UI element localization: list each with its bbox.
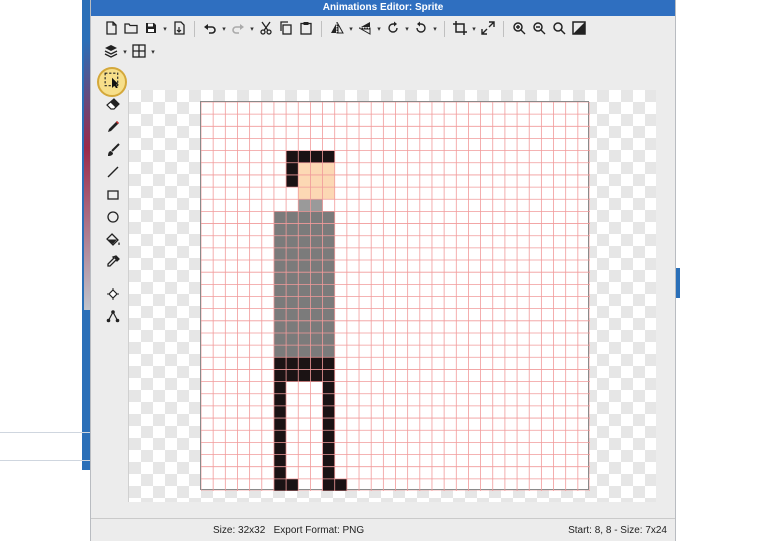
copy-icon [279,21,293,37]
invert-colors-button[interactable] [569,19,589,39]
dropdown-arrow-icon[interactable]: ▾ [403,25,411,33]
status-bar: Size: 32x32 Export Format: PNG Start: 8,… [91,518,675,541]
eraser-tool-icon [106,97,120,116]
dropdown-arrow-icon[interactable]: ▾ [149,48,157,56]
toolbar-separator [503,21,504,37]
rotate-right-button[interactable] [411,19,431,39]
eyedropper-tool-button[interactable] [99,254,127,274]
tool-palette [97,64,127,514]
crop-icon [453,21,467,37]
sprite-skin-pixels [298,162,335,200]
paste-button[interactable] [296,19,316,39]
dropdown-arrow-icon[interactable]: ▾ [121,48,129,56]
selection-tool-icon [104,72,120,93]
main-toolbar: ▾ ▾ ▾ ▾ ▾ ▾ ▾ ▾ [101,18,661,40]
background-accent-bar [676,268,680,298]
toolbar-separator [444,21,445,37]
cut-icon [259,21,273,37]
background-divider [0,460,90,461]
fill-bucket-tool-button[interactable] [99,232,127,252]
eraser-tool-button[interactable] [99,96,127,116]
window-title: Animations Editor: Sprite [91,0,675,16]
anchor-tool-icon [106,309,120,328]
pencil-tool-button[interactable] [99,119,127,139]
paste-icon [299,21,313,37]
flip-vertical-button[interactable] [355,19,375,39]
flip-horizontal-button[interactable] [327,19,347,39]
resize-button[interactable] [478,19,498,39]
zoom-in-button[interactable] [509,19,529,39]
crop-button[interactable] [450,19,470,39]
zoom-out-button[interactable] [529,19,549,39]
new-file-button[interactable] [101,19,121,39]
status-size-and-format: Size: 32x32 Export Format: PNG [213,519,364,541]
background-app-right [676,0,763,541]
line-tool-icon [106,165,120,184]
copy-button[interactable] [276,19,296,39]
rotate-left-icon [386,21,400,37]
status-selection: Start: 8, 8 - Size: 7x24 [568,525,667,536]
invert-colors-icon [572,21,586,37]
open-folder-icon [124,21,138,37]
dropdown-arrow-icon[interactable]: ▾ [431,25,439,33]
ellipse-tool-icon [106,210,120,229]
selection-tool-button[interactable] [97,67,127,97]
sprite-pixels[interactable] [201,102,590,491]
rectangle-tool-icon [106,188,120,207]
resize-icon [481,21,495,37]
rectangle-tool-button[interactable] [99,187,127,207]
layers-icon [104,44,118,60]
redo-icon [231,21,245,37]
save-icon [144,21,158,37]
dropdown-arrow-icon[interactable]: ▾ [220,25,228,33]
cut-button[interactable] [256,19,276,39]
pencil-tool-icon [106,120,120,139]
anchor-tool-button[interactable] [99,308,127,328]
layers-button[interactable] [101,42,121,62]
eyedropper-tool-icon [106,254,120,274]
editor-canvas[interactable] [128,90,656,502]
fill-bucket-tool-icon [106,232,120,252]
rotate-left-button[interactable] [383,19,403,39]
new-file-icon [104,21,118,37]
export-icon [172,21,186,37]
dropdown-arrow-icon[interactable]: ▾ [248,25,256,33]
brush-tool-icon [106,142,120,162]
rotate-right-icon [414,21,428,37]
zoom-fit-icon [552,21,566,37]
grid-button[interactable] [129,42,149,62]
secondary-toolbar: ▾ ▾ [101,41,157,63]
zoom-out-icon [532,21,546,37]
toolbar-separator [321,21,322,37]
undo-icon [203,21,217,37]
zoom-fit-button[interactable] [549,19,569,39]
grid-icon [132,44,146,60]
save-button[interactable] [141,19,161,39]
background-app-left [0,0,96,541]
dropdown-arrow-icon[interactable]: ▾ [470,25,478,33]
export-button[interactable] [169,19,189,39]
toolbar-separator [194,21,195,37]
move-point-tool-button[interactable] [99,286,127,306]
redo-button[interactable] [228,19,248,39]
undo-button[interactable] [200,19,220,39]
move-point-tool-icon [106,287,120,306]
background-divider [0,432,90,433]
dropdown-arrow-icon[interactable]: ▾ [375,25,383,33]
dropdown-arrow-icon[interactable]: ▾ [161,25,169,33]
ellipse-tool-button[interactable] [99,209,127,229]
zoom-in-icon [512,21,526,37]
line-tool-button[interactable] [99,164,127,184]
sprite-canvas[interactable] [200,101,590,491]
status-export-format: Export Format: PNG [273,525,365,536]
status-size: Size: 32x32 [213,525,266,536]
flip-vertical-icon [358,21,372,37]
animations-editor-window: Animations Editor: Sprite ▾ ▾ ▾ ▾ ▾ ▾ ▾ ▾ ▾ ▾ Si… [90,0,676,541]
flip-horizontal-icon [330,21,344,37]
dropdown-arrow-icon[interactable]: ▾ [347,25,355,33]
open-folder-button[interactable] [121,19,141,39]
brush-tool-button[interactable] [99,142,127,162]
